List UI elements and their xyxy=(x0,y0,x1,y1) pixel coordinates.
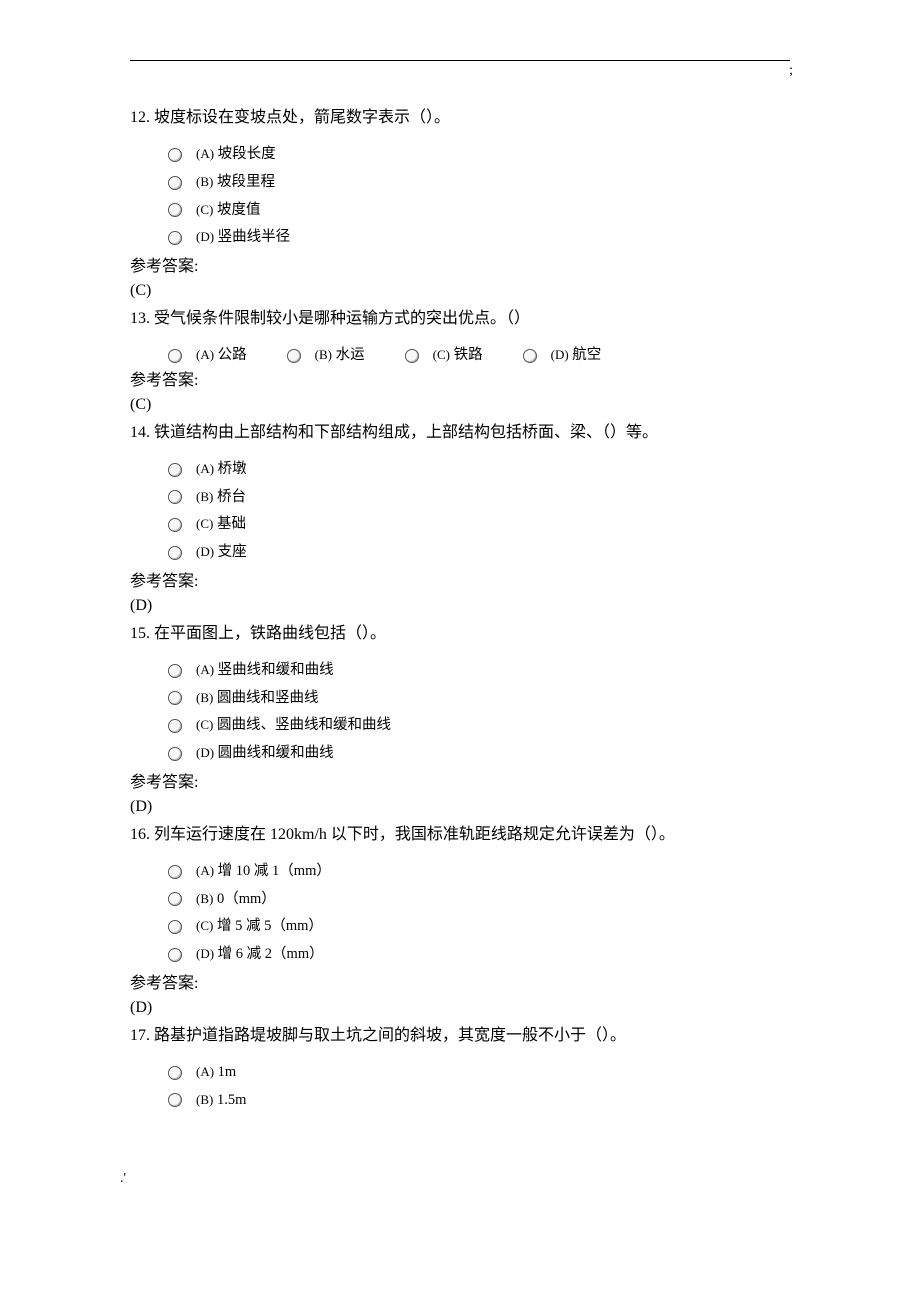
answer-value: (D) xyxy=(130,996,790,1020)
option-label: (A) 桥墩 xyxy=(196,459,247,481)
options-list: (A) 桥墩 (B) 桥台 (C) 基础 (D) 支座 xyxy=(168,459,790,564)
answer-label: 参考答案: xyxy=(130,771,790,795)
footer-mark: .' xyxy=(120,1171,920,1187)
answer-label: 参考答案: xyxy=(130,255,790,279)
option[interactable]: (B) 桥台 xyxy=(168,487,790,509)
radio-icon[interactable] xyxy=(168,546,182,560)
option[interactable]: (D) 支座 xyxy=(168,542,790,564)
radio-icon[interactable] xyxy=(168,148,182,162)
radio-icon[interactable] xyxy=(168,518,182,532)
header-rule xyxy=(130,60,790,61)
question-text: 17. 路基护道指路堤坡脚与取土坑之间的斜坡，其宽度一般不小于（）。 xyxy=(130,1024,790,1048)
option-label: (B) 圆曲线和竖曲线 xyxy=(196,688,318,710)
option-label: (D) 航空 xyxy=(551,345,602,367)
option-label: (C) 坡度值 xyxy=(196,200,260,222)
option-label: (D) 支座 xyxy=(196,542,247,564)
option-label: (C) 铁路 xyxy=(433,345,483,367)
answer-value: (C) xyxy=(130,393,790,417)
question-block: 15. 在平面图上，铁路曲线包括（）。 (A) 竖曲线和缓和曲线 (B) 圆曲线和竖… xyxy=(130,622,790,819)
question-text: 12. 坡度标设在变坡点处，箭尾数字表示（）。 xyxy=(130,106,790,130)
options-list: (A) 增 10 减 1（mm） (B) 0（mm） (C) 增 5 减 5（mm）… xyxy=(168,861,790,966)
option-label: (B) 桥台 xyxy=(196,487,246,509)
radio-icon[interactable] xyxy=(168,231,182,245)
question-text: 16. 列车运行速度在 120km/h 以下时，我国标准轨距线路规定允许误差为（… xyxy=(130,823,790,847)
radio-icon[interactable] xyxy=(168,948,182,962)
option-label: (B) 坡段里程 xyxy=(196,172,275,194)
options-list: (A) 竖曲线和缓和曲线 (B) 圆曲线和竖曲线 (C) 圆曲线、竖曲线和缓和曲线 (… xyxy=(168,660,790,765)
question-block: 14. 铁道结构由上部结构和下部结构组成，上部结构包括桥面、梁、（）等。 (A) … xyxy=(130,421,790,618)
content-body: 12. 坡度标设在变坡点处，箭尾数字表示（）。(A) 坡段长度(B) 坡段里程(… xyxy=(130,106,790,1111)
options-row: (A) 公路 (B) 水运 (C) 铁路 (D) 航空 xyxy=(168,345,790,367)
option[interactable]: (A) 增 10 减 1（mm） xyxy=(168,861,790,883)
radio-icon[interactable] xyxy=(168,691,182,705)
header-mark: ; xyxy=(789,63,793,79)
option-label: (A) 坡段长度 xyxy=(196,144,276,166)
option[interactable]: (D) 圆曲线和缓和曲线 xyxy=(168,743,790,765)
question-text: 13. 受气候条件限制较小是哪种运输方式的突出优点。（） xyxy=(130,307,790,331)
radio-icon[interactable] xyxy=(168,490,182,504)
radio-icon[interactable] xyxy=(168,463,182,477)
answer-label: 参考答案: xyxy=(130,570,790,594)
option[interactable]: (D) 竖曲线半径 xyxy=(168,227,790,249)
radio-icon[interactable] xyxy=(168,176,182,190)
option-label: (A) 1m xyxy=(196,1062,236,1084)
radio-icon[interactable] xyxy=(168,349,182,363)
radio-icon[interactable] xyxy=(523,349,537,363)
answer-label: 参考答案: xyxy=(130,972,790,996)
document-page: ; 12. 坡度标设在变坡点处，箭尾数字表示（）。 (A) 坡段长度 (B) 坡段里… xyxy=(0,0,920,1227)
option[interactable]: (B) 圆曲线和竖曲线 xyxy=(168,688,790,710)
option-label: (B) 水运 xyxy=(315,345,365,367)
option[interactable]: (D) 增 6 减 2（mm） xyxy=(168,944,790,966)
radio-icon[interactable] xyxy=(168,203,182,217)
question-text: 14. 铁道结构由上部结构和下部结构组成，上部结构包括桥面、梁、（）等。 xyxy=(130,421,790,445)
option-label: (A) 公路 xyxy=(196,345,247,367)
radio-icon[interactable] xyxy=(168,920,182,934)
option[interactable]: (C) 增 5 减 5（mm） xyxy=(168,916,790,938)
option-label: (D) 增 6 减 2（mm） xyxy=(196,944,324,966)
option-label: (B) 1.5m xyxy=(196,1090,246,1112)
question-text: 15. 在平面图上，铁路曲线包括（）。 xyxy=(130,622,790,646)
option-label: (B) 0（mm） xyxy=(196,889,276,911)
option-label: (A) 竖曲线和缓和曲线 xyxy=(196,660,334,682)
question-block: 17. 路基护道指路堤坡脚与取土坑之间的斜坡，其宽度一般不小于（）。 (A) 1m… xyxy=(130,1024,790,1112)
answer-value: (D) xyxy=(130,594,790,618)
radio-icon[interactable] xyxy=(168,664,182,678)
options-list: (A) 坡段长度 (B) 坡段里程 (C) 坡度值 (D) 竖曲线半径 xyxy=(168,144,790,249)
radio-icon[interactable] xyxy=(168,1066,182,1080)
options-list: (A) 1m (B) 1.5m xyxy=(168,1062,790,1112)
option[interactable]: (A) 桥墩 xyxy=(168,459,790,481)
answer-label: 参考答案: xyxy=(130,369,790,393)
question-block: 12. 坡度标设在变坡点处，箭尾数字表示（）。(A) 坡段长度(B) 坡段里程(… xyxy=(130,106,790,303)
radio-icon[interactable] xyxy=(405,349,419,363)
option[interactable]: (A) 坡段长度 xyxy=(168,144,790,166)
option-label: (D) 圆曲线和缓和曲线 xyxy=(196,743,334,765)
radio-icon[interactable] xyxy=(168,865,182,879)
option[interactable]: (C) 铁路 xyxy=(405,345,483,367)
option[interactable]: (A) 1m xyxy=(168,1062,790,1084)
question-block: 16. 列车运行速度在 120km/h 以下时，我国标准轨距线路规定允许误差为（… xyxy=(130,823,790,1020)
radio-icon[interactable] xyxy=(287,349,301,363)
radio-icon[interactable] xyxy=(168,892,182,906)
radio-icon[interactable] xyxy=(168,747,182,761)
option-label: (C) 基础 xyxy=(196,514,246,536)
question-block: 13. 受气候条件限制较小是哪种运输方式的突出优点。（） (A) 公路 (B) 水运… xyxy=(130,307,790,417)
option-label: (C) 增 5 减 5（mm） xyxy=(196,916,323,938)
option[interactable]: (C) 基础 xyxy=(168,514,790,536)
option[interactable]: (C) 圆曲线、竖曲线和缓和曲线 xyxy=(168,715,790,737)
option[interactable]: (A) 竖曲线和缓和曲线 xyxy=(168,660,790,682)
option-label: (C) 圆曲线、竖曲线和缓和曲线 xyxy=(196,715,391,737)
option[interactable]: (C) 坡度值 xyxy=(168,200,790,222)
radio-icon[interactable] xyxy=(168,719,182,733)
option[interactable]: (A) 公路 xyxy=(168,345,247,367)
option[interactable]: (B) 水运 xyxy=(287,345,365,367)
option[interactable]: (B) 坡段里程 xyxy=(168,172,790,194)
radio-icon[interactable] xyxy=(168,1093,182,1107)
answer-value: (D) xyxy=(130,795,790,819)
option[interactable]: (B) 0（mm） xyxy=(168,889,790,911)
option-label: (A) 增 10 减 1（mm） xyxy=(196,861,331,883)
option[interactable]: (D) 航空 xyxy=(523,345,602,367)
answer-value: (C) xyxy=(130,279,790,303)
option-label: (D) 竖曲线半径 xyxy=(196,227,290,249)
option[interactable]: (B) 1.5m xyxy=(168,1090,790,1112)
